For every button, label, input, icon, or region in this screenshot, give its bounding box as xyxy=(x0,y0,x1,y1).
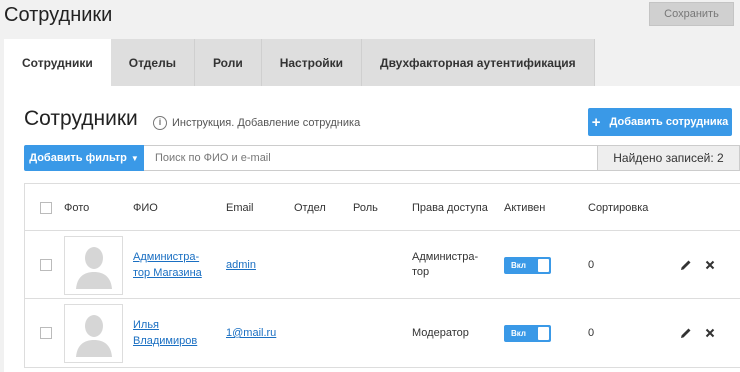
avatar-placeholder-icon xyxy=(75,315,112,357)
help-link[interactable]: i Инструкция. Добавление сотрудника xyxy=(153,116,360,130)
page-title: Сотрудники xyxy=(4,4,113,26)
toggle-knob xyxy=(538,326,549,340)
access-rights: Администра- тор xyxy=(412,250,478,280)
sort-value: 0 xyxy=(588,259,595,271)
toggle-knob xyxy=(538,258,549,272)
employee-name-line1: Илья xyxy=(133,319,160,331)
column-sort[interactable]: Сортировка xyxy=(588,184,648,231)
avatar-placeholder-icon xyxy=(75,247,112,289)
column-name[interactable]: ФИО xyxy=(133,184,158,231)
search-input[interactable] xyxy=(144,145,598,171)
tab-bar: Сотрудники Отделы Роли Настройки Двухфак… xyxy=(4,39,595,86)
active-toggle[interactable]: Вкл xyxy=(504,256,551,274)
filter-bar: Добавить фильтр ▼ Найдено записей: 2 xyxy=(24,145,740,171)
column-active[interactable]: Активен xyxy=(504,184,545,231)
active-toggle-label: Вкл xyxy=(511,260,526,270)
records-found-count: Найдено записей: 2 xyxy=(598,145,740,171)
tab-settings[interactable]: Настройки xyxy=(261,39,363,86)
access-rights: Модератор xyxy=(412,326,469,339)
table-row: Администра- тор Магазина admin Администр… xyxy=(25,231,740,299)
pencil-icon[interactable] xyxy=(680,231,692,299)
employee-name-link[interactable]: Илья Владимиров xyxy=(133,317,197,349)
tab-departments[interactable]: Отделы xyxy=(110,39,195,86)
employee-name-line2: тор Магазина xyxy=(133,267,202,279)
help-link-text: Инструкция. Добавление сотрудника xyxy=(172,117,361,129)
sort-value: 0 xyxy=(588,327,595,339)
employee-name-line2: Владимиров xyxy=(133,335,198,347)
employees-table: Фото ФИО Email Отдел Роль Права доступа … xyxy=(24,183,740,368)
tab-employees[interactable]: Сотрудники xyxy=(4,39,111,86)
save-button[interactable]: Сохранить xyxy=(649,2,734,26)
active-toggle[interactable]: Вкл xyxy=(504,324,551,342)
table-row: Илья Владимиров 1@mail.ru Модератор Вкл … xyxy=(25,299,740,367)
avatar xyxy=(64,235,123,295)
pencil-icon[interactable] xyxy=(680,299,692,367)
column-access[interactable]: Права доступа xyxy=(412,184,488,231)
close-icon[interactable] xyxy=(705,231,715,299)
access-line1: Администра- xyxy=(412,251,479,263)
row-checkbox[interactable] xyxy=(40,327,52,339)
tab-two-factor[interactable]: Двухфакторная аутентификация xyxy=(362,39,595,86)
employee-email-link[interactable]: admin xyxy=(226,257,256,273)
add-employee-button[interactable]: + Добавить сотрудника xyxy=(588,108,732,136)
employee-name-link[interactable]: Администра- тор Магазина xyxy=(133,249,202,281)
employee-email-link[interactable]: 1@mail.ru xyxy=(226,325,276,341)
add-filter-button[interactable]: Добавить фильтр ▼ xyxy=(24,145,144,171)
active-toggle-label: Вкл xyxy=(511,328,526,338)
avatar xyxy=(64,303,123,363)
add-employee-label: Добавить сотрудника xyxy=(609,116,729,128)
employee-name-line1: Администра- xyxy=(133,251,200,263)
table-header: Фото ФИО Email Отдел Роль Права доступа … xyxy=(25,184,740,231)
add-filter-label: Добавить фильтр xyxy=(29,152,127,164)
section-title: Сотрудники xyxy=(24,107,138,130)
row-checkbox[interactable] xyxy=(40,259,52,271)
access-line2: тор xyxy=(412,266,430,278)
tab-roles[interactable]: Роли xyxy=(194,39,262,86)
caret-down-icon: ▼ xyxy=(130,153,139,163)
info-circle-icon: i xyxy=(153,116,167,130)
column-role[interactable]: Роль xyxy=(353,184,378,231)
select-all-checkbox[interactable] xyxy=(40,201,52,214)
column-department[interactable]: Отдел xyxy=(294,184,326,231)
column-email[interactable]: Email xyxy=(226,184,254,231)
plus-icon: + xyxy=(591,113,601,131)
column-photo: Фото xyxy=(64,201,90,214)
content-panel: Сотрудники i Инструкция. Добавление сотр… xyxy=(4,86,740,372)
close-icon[interactable] xyxy=(705,299,715,367)
